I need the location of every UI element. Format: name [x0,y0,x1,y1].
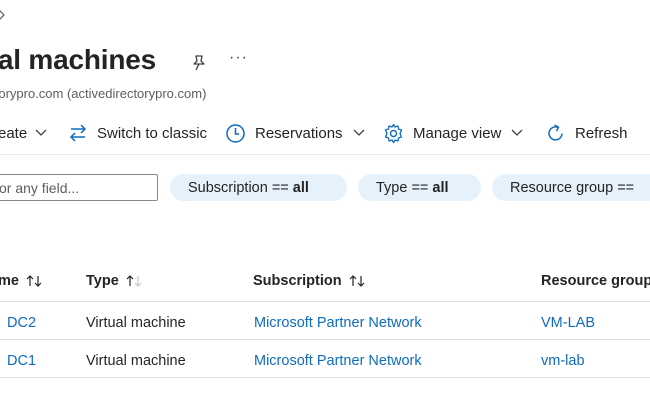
vm-name-link[interactable]: DC1 [7,353,36,369]
create-button[interactable]: eate [0,117,48,149]
sort-arrows-icon [349,275,365,287]
refresh-icon [548,123,563,141]
reservations-label: Reservations [255,124,343,142]
refresh-button[interactable]: Refresh [545,117,628,149]
switch-to-classic-button[interactable]: Switch to classic [68,117,207,149]
pill-value: all [292,179,309,196]
column-header-resource-group[interactable]: Resource group [541,273,650,289]
vm-type: Virtual machine [86,315,186,331]
subscription-filter-pill[interactable]: Subscription == all [170,174,347,201]
filter-search-input[interactable] [0,174,158,201]
pin-icon[interactable] [190,54,208,72]
chevron-right-icon[interactable] [0,8,7,22]
create-label: eate [0,124,28,142]
toolbar-divider [0,154,650,155]
manage-view-label: Manage view [413,124,502,142]
vm-type: Virtual machine [86,353,186,369]
pill-key: Type == [376,179,429,196]
resource-group-filter-pill[interactable]: Resource group == [492,174,650,201]
subscription-link[interactable]: Microsoft Partner Network [254,353,422,369]
clock-icon [226,123,245,143]
type-filter-pill[interactable]: Type == all [358,174,481,201]
chevron-down-icon [353,129,365,136]
manage-view-button[interactable]: Manage view [383,117,524,149]
gear-icon [384,123,403,143]
directory-subtitle: ectorypro.com (activedirectorypro.com) [0,86,207,101]
command-bar: eate Switch to classic Reservations Mana… [0,117,650,149]
pill-key: Resource group == [510,179,635,196]
switch-arrows-icon [69,124,87,142]
more-icon[interactable]: ··· [229,49,248,67]
page-title: ual machines [0,44,157,75]
reservations-button[interactable]: Reservations [225,117,366,149]
refresh-label: Refresh [575,124,628,142]
resource-group-link[interactable]: vm-lab [541,353,585,369]
resource-group-link[interactable]: VM-LAB [541,315,595,331]
column-header-subscription[interactable]: Subscription [253,273,366,289]
column-header-name[interactable]: me [0,273,43,289]
chevron-down-icon [511,129,523,136]
subscription-link[interactable]: Microsoft Partner Network [254,315,422,331]
sort-arrows-icon [26,275,42,287]
switch-to-classic-label: Switch to classic [97,124,208,142]
pill-value: all [432,179,449,196]
row-divider [0,339,650,340]
row-divider [0,301,650,302]
sort-arrows-icon [126,275,142,287]
column-header-type[interactable]: Type [86,273,143,289]
chevron-down-icon [35,129,47,136]
row-divider [0,377,650,378]
vm-name-link[interactable]: DC2 [7,315,36,331]
pill-key: Subscription == [188,179,289,196]
